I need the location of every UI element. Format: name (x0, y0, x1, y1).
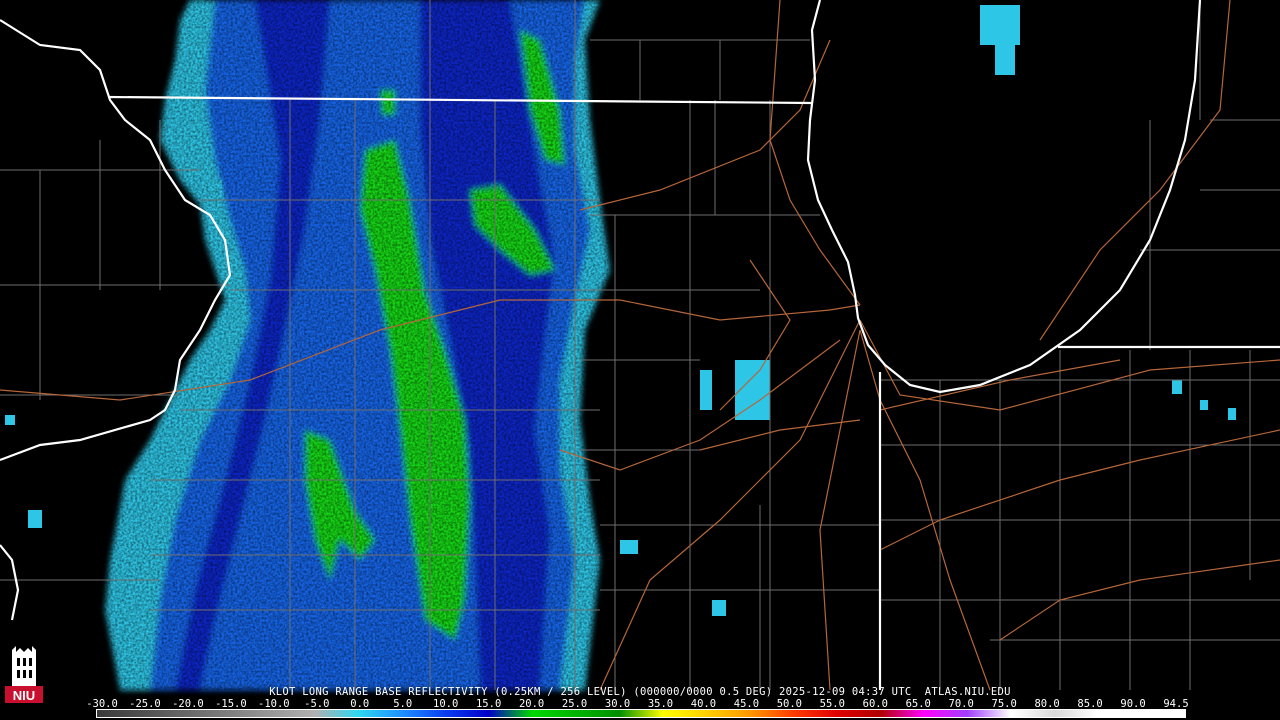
echo-texture (100, 0, 620, 690)
radar-viewer: NIU KLOT LONG RANGE BASE REFLECTIVITY (0… (0, 0, 1280, 720)
echo-fleck (620, 540, 638, 554)
echo-fleck (1228, 408, 1236, 420)
radar-map (0, 0, 1280, 691)
reflectivity-scale-labels: -30.0 -25.0 -20.0 -15.0 -10.0 -5.0 0.0 5.0 10.0 1… (86, 698, 1200, 710)
echo-fleck (980, 5, 1020, 45)
echo-fleck (1200, 400, 1208, 410)
product-caption: KLOT LONG RANGE BASE REFLECTIVITY (0.25K… (269, 686, 1011, 698)
echo-fleck (712, 600, 726, 616)
echo-fleck (28, 510, 42, 528)
echo-fleck (995, 40, 1015, 75)
echo-fleck (5, 415, 15, 425)
echo-fleck (700, 370, 712, 410)
echo-fleck (1172, 380, 1182, 394)
mississippi-river-border (0, 544, 20, 621)
reflectivity-colorbar (96, 709, 1186, 718)
